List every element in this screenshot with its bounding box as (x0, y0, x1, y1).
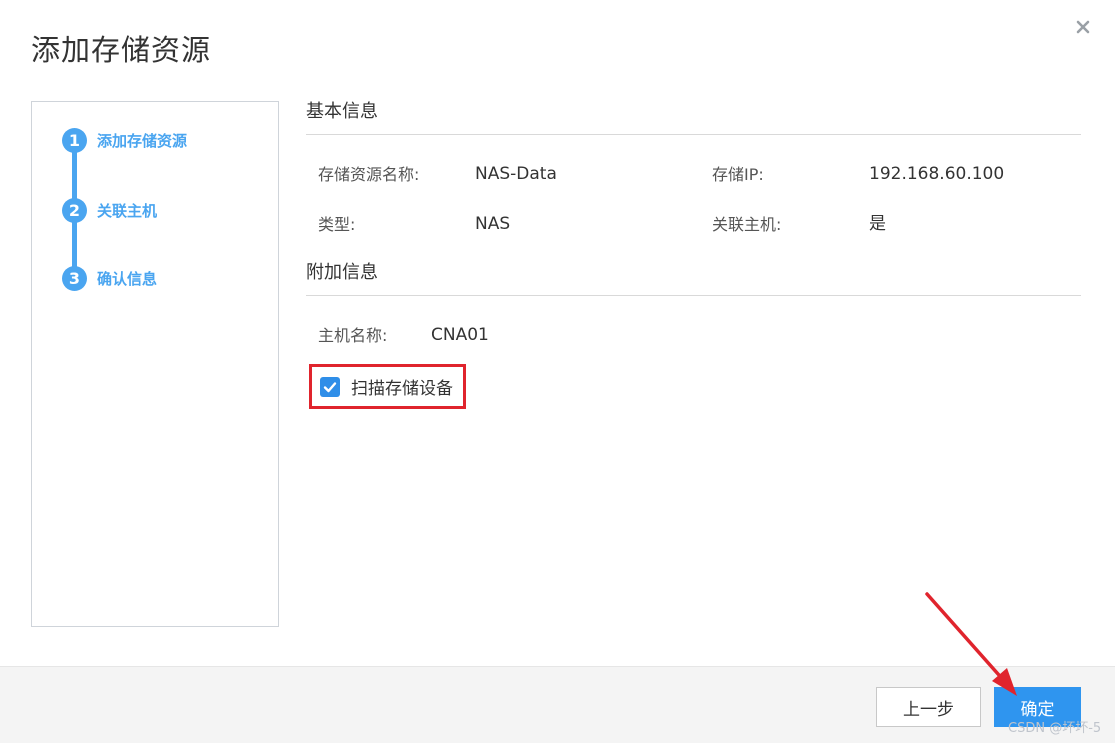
type-label: 类型: (318, 215, 356, 234)
associated-host-label: 关联主机: (712, 215, 782, 234)
previous-step-button[interactable]: 上一步 (876, 687, 981, 727)
type-value: NAS (475, 214, 511, 234)
step-label: 添加存储资源 (97, 131, 188, 150)
scan-storage-checkbox[interactable] (320, 376, 340, 397)
step-3[interactable]: 3 确认信息 (62, 265, 157, 291)
step-number: 1 (62, 127, 87, 153)
steps-panel: 1 添加存储资源 2 关联主机 3 确认信息 (31, 101, 279, 627)
step-1[interactable]: 1 添加存储资源 (62, 127, 187, 153)
associated-host-value: 是 (869, 214, 886, 234)
scan-storage-option: 扫描存储设备 (309, 364, 466, 409)
host-name-value: CNA01 (431, 325, 489, 345)
step-2[interactable]: 2 关联主机 (62, 197, 157, 223)
step-label: 关联主机 (97, 201, 158, 220)
scan-storage-label[interactable]: 扫描存储设备 (351, 374, 453, 399)
extra-info-title: 附加信息 (306, 262, 378, 283)
extra-info-divider (306, 295, 1081, 296)
storage-ip-value: 192.168.60.100 (869, 164, 1005, 184)
storage-name-value: NAS-Data (475, 164, 557, 184)
basic-info-divider (306, 134, 1081, 135)
step-number: 3 (62, 265, 87, 291)
dialog-title: 添加存储资源 (31, 33, 212, 67)
check-icon (323, 381, 337, 392)
step-label: 确认信息 (97, 269, 158, 288)
close-icon[interactable] (1072, 16, 1094, 38)
basic-info-title: 基本信息 (306, 101, 378, 122)
watermark: CSDN @坏坏-5 (1008, 721, 1102, 736)
storage-name-label: 存储资源名称: (318, 165, 420, 184)
host-name-label: 主机名称: (318, 326, 388, 345)
storage-ip-label: 存储IP: (712, 165, 764, 184)
step-number: 2 (62, 197, 87, 223)
